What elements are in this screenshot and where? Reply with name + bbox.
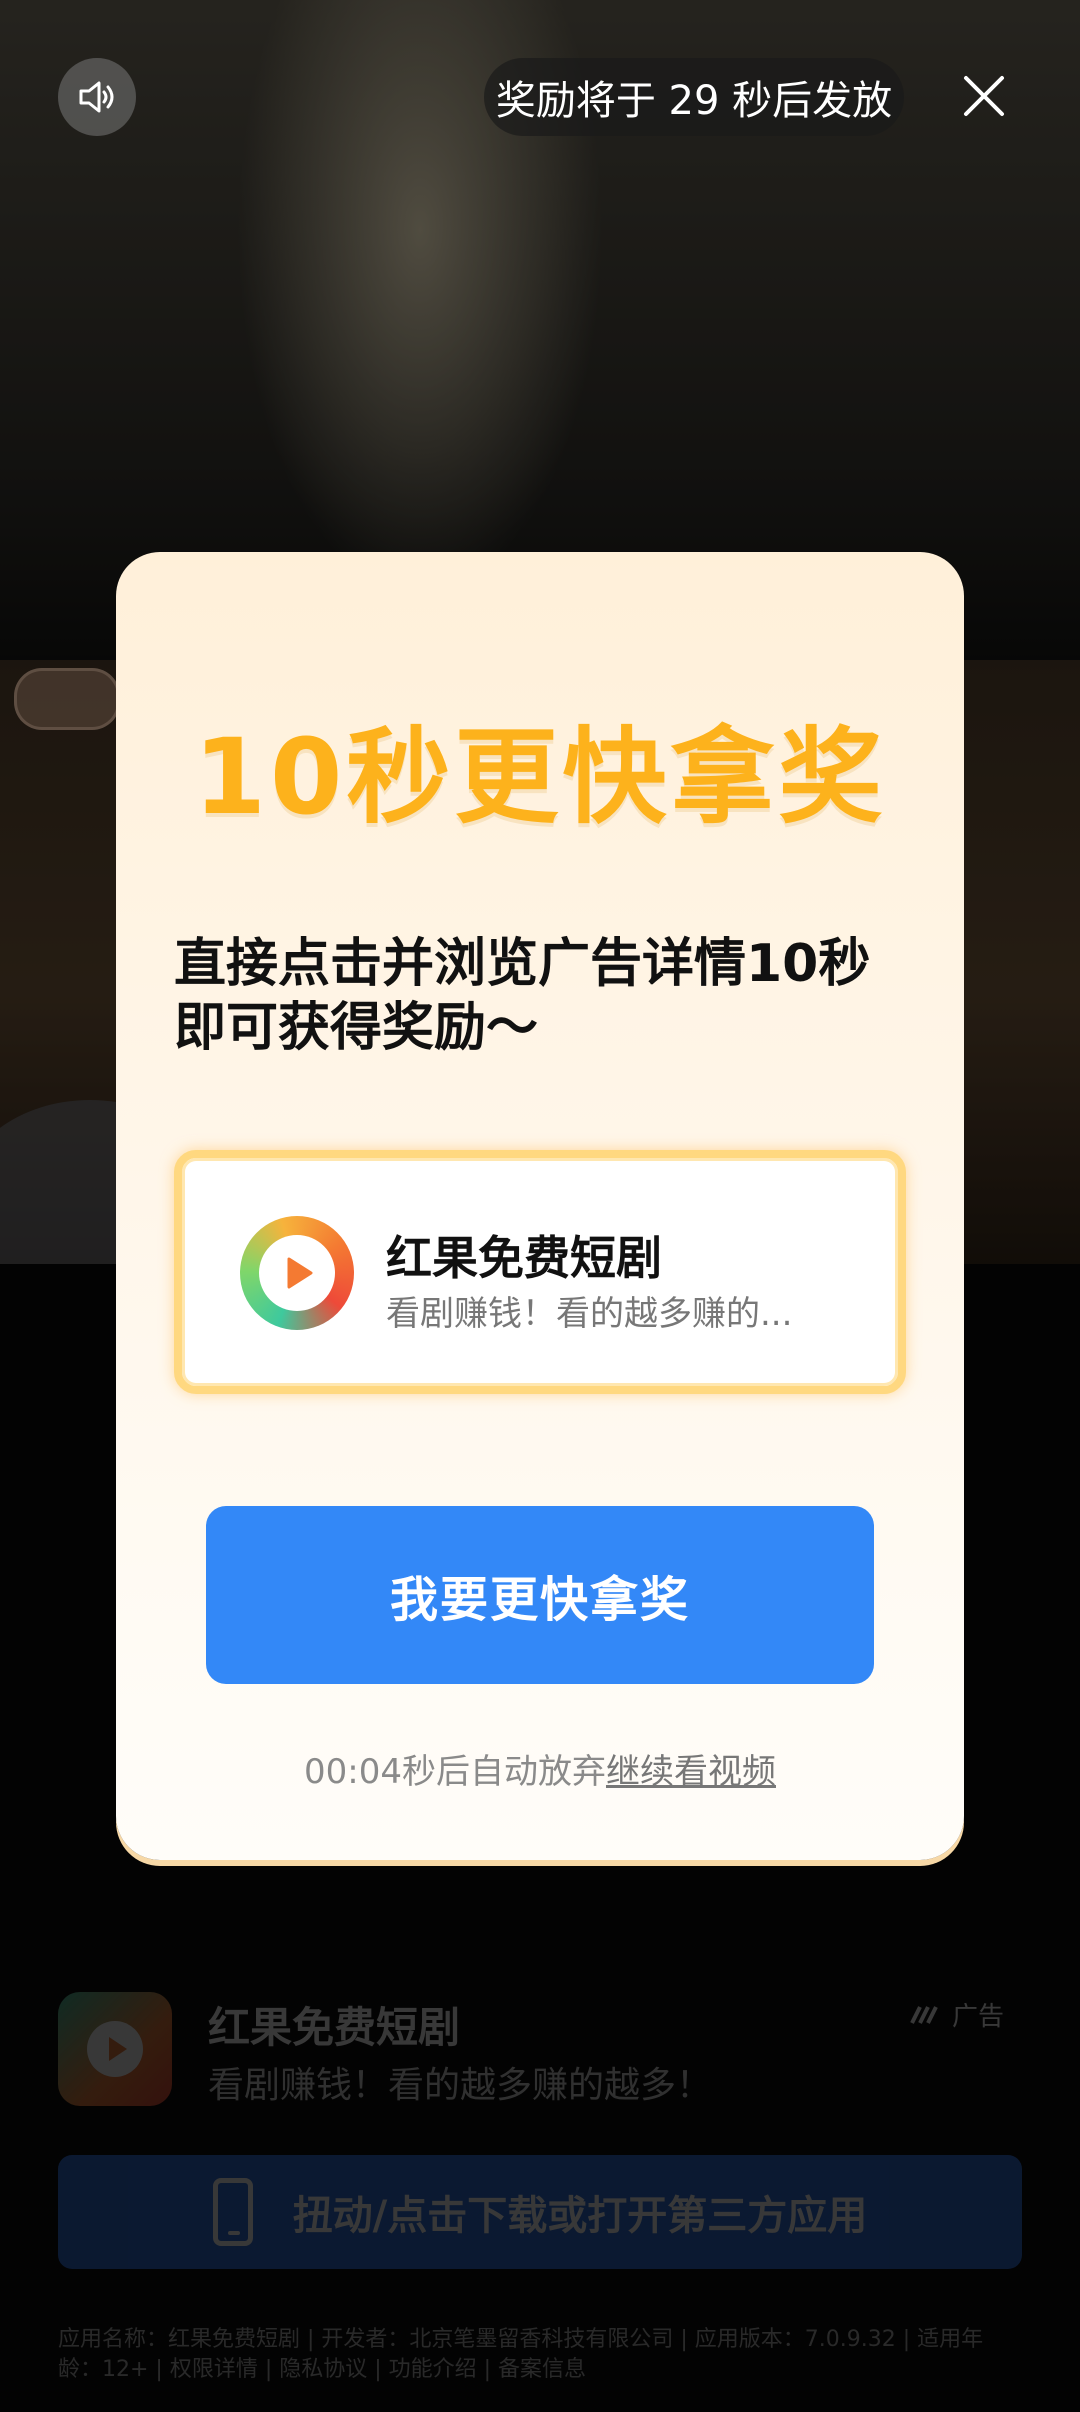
reward-countdown-badge: 奖励将于 29 秒后发放 bbox=[484, 58, 904, 136]
close-icon bbox=[964, 76, 1004, 116]
app-icon bbox=[240, 1216, 354, 1330]
mute-toggle-button[interactable] bbox=[58, 58, 136, 136]
get-reward-faster-button[interactable]: 我要更快拿奖 bbox=[206, 1506, 874, 1684]
continue-watching-link[interactable]: 继续看视频 bbox=[606, 1752, 776, 1792]
app-card-name: 红果免费短剧 bbox=[386, 1231, 662, 1285]
auto-dismiss-countdown: 00:04秒后自动放弃 bbox=[304, 1752, 606, 1792]
app-card[interactable]: 红果免费短剧 看剧赚钱！看的越多赚的... bbox=[174, 1150, 906, 1394]
play-icon bbox=[287, 1257, 313, 1289]
auto-dismiss-notice: 00:04秒后自动放弃继续看视频 bbox=[116, 1744, 964, 1793]
modal-title: 10秒更快拿奖 bbox=[193, 716, 887, 838]
speaker-icon bbox=[79, 81, 114, 113]
close-button[interactable] bbox=[950, 62, 1018, 130]
reward-modal: 10秒更快拿奖 直接点击并浏览广告详情10秒即可获得奖励～ 红果免费短剧 看剧赚… bbox=[116, 552, 964, 1860]
modal-subtitle: 直接点击并浏览广告详情10秒即可获得奖励～ bbox=[174, 934, 871, 1058]
app-card-description: 看剧赚钱！看的越多赚的... bbox=[386, 1294, 793, 1334]
